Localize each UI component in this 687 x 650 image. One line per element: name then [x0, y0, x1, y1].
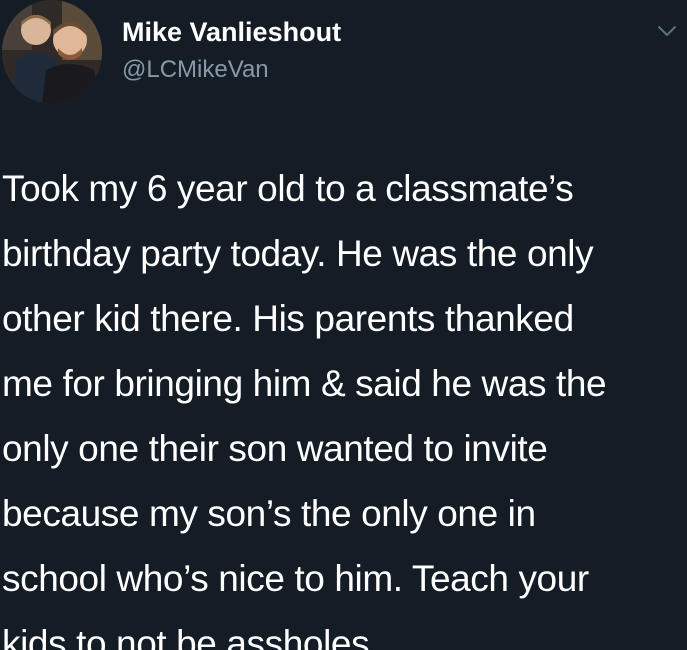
tweet-text-line: school who’s nice to him. Teach your	[2, 558, 589, 599]
tweet-text-line: me for bringing him & said he was the	[2, 363, 607, 404]
tweet-text-line: birthday party today. He was the only	[2, 233, 594, 274]
tweet-text-line: because my son’s the only one in	[2, 493, 536, 534]
author-name[interactable]: Mike Vanlieshout	[122, 17, 341, 48]
tweet-text-line: only one their son wanted to invite	[2, 428, 548, 469]
tweet-text: Took my 6 year old to a classmate’s birt…	[2, 156, 684, 650]
author-handle[interactable]: @LCMikeVan	[122, 56, 269, 84]
tweet-text-line: kids to not be assholes.	[2, 623, 380, 650]
avatar-photo	[2, 0, 102, 104]
chevron-down-icon[interactable]	[657, 24, 677, 38]
tweet-text-line: Took my 6 year old to a classmate’s	[2, 168, 574, 209]
avatar[interactable]	[2, 0, 102, 104]
tweet-card: Mike Vanlieshout @LCMikeVan Took my 6 ye…	[0, 0, 687, 650]
tweet-text-line: other kid there. His parents thanked	[2, 298, 574, 339]
